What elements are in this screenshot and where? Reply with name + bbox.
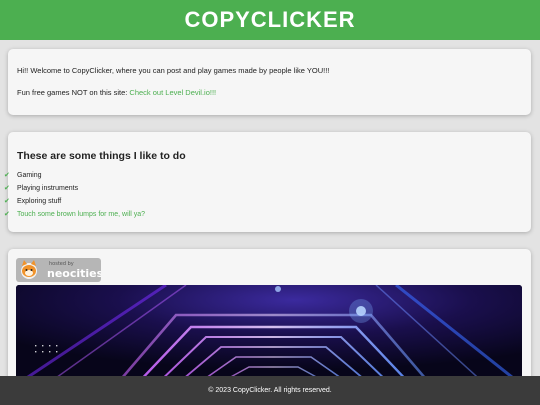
site-header: COPYCLICKER	[0, 0, 540, 40]
level-devil-link[interactable]: Check out Level Devil.io!!!	[129, 88, 216, 97]
games-line: Fun free games NOT on this site: Check o…	[17, 88, 531, 97]
neon-tunnel-image	[16, 285, 522, 385]
neon-tunnel-banner	[16, 285, 522, 385]
list-item-label: Gaming	[17, 172, 42, 179]
likes-list: ✔ Gaming ✔ Playing instruments ✔ Explori…	[4, 169, 531, 221]
list-item-label: Exploring stuff	[17, 198, 62, 205]
site-footer: © 2023 CopyClicker. All rights reserved.	[0, 376, 540, 405]
check-icon: ✔	[4, 198, 10, 205]
check-icon: ✔	[4, 172, 10, 179]
list-item: ✔ Playing instruments	[4, 182, 531, 195]
list-item: ✔ Exploring stuff	[4, 195, 531, 208]
badge-neocities: neocities	[47, 267, 101, 280]
footer-copyright: © 2023 CopyClicker. All rights reserved.	[208, 387, 332, 394]
welcome-text: Hi!! Welcome to CopyClicker, where you c…	[17, 66, 330, 75]
likes-card: These are some things I like to do ✔ Gam…	[4, 132, 531, 232]
site-title: COPYCLICKER	[184, 7, 356, 32]
list-item-label: Playing instruments	[17, 185, 79, 192]
list-item: ✔ Gaming	[4, 169, 531, 182]
media-card: hosted by neocities	[8, 249, 531, 389]
neocities-badge[interactable]: hosted by neocities	[16, 258, 101, 282]
list-item: ✔ Touch some brown lumps for me, will ya…	[4, 208, 531, 221]
likes-heading: These are some things I like to do	[17, 150, 186, 162]
intro-card: Hi!! Welcome to CopyClicker, where you c…	[8, 49, 531, 115]
check-icon: ✔	[4, 211, 10, 218]
neocities-cat-icon	[21, 260, 37, 279]
brown-lumps-link[interactable]: Touch some brown lumps for me, will ya?	[17, 211, 145, 218]
games-prefix: Fun free games NOT on this site:	[17, 88, 130, 97]
check-icon: ✔	[4, 185, 10, 192]
